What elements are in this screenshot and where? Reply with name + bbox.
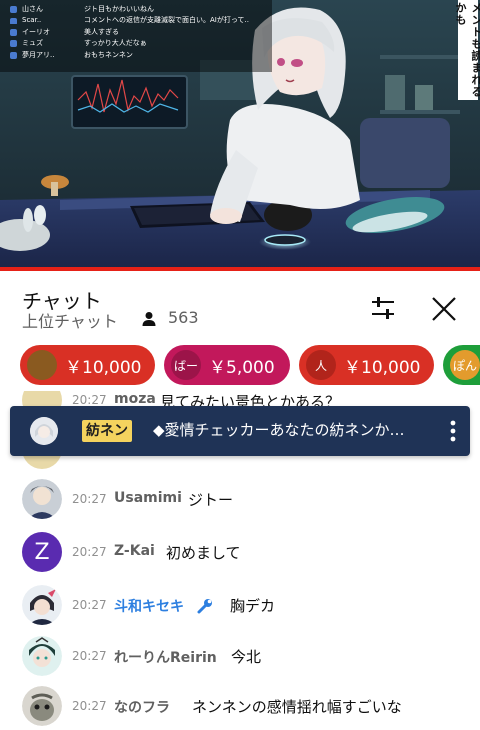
- message-text: 胸デカ: [230, 597, 276, 615]
- chat-message[interactable]: Z 20:27 Z-Kai 初めまして: [0, 527, 480, 577]
- avatar: [22, 686, 62, 726]
- message-text: ネンネンの感情揺れ幅すごいな: [192, 698, 402, 716]
- message-author: Usamimi: [114, 490, 182, 506]
- sliders-icon[interactable]: [366, 293, 400, 323]
- close-icon[interactable]: [426, 291, 462, 327]
- chat-message[interactable]: 20:27 なのフラ ネンネンの感情揺れ幅すごいな: [0, 681, 480, 730]
- membership-badge: 紡ネン: [82, 420, 132, 442]
- person-icon: [142, 312, 156, 326]
- chat-message[interactable]: 20:27 Usamimi ジトー: [0, 474, 480, 524]
- super-chat-pill[interactable]: ￥10,000: [20, 345, 155, 385]
- message-timestamp: 20:27: [72, 545, 107, 559]
- chat-message[interactable]: 20:27 斗和キセキ 胸デカ: [0, 580, 480, 630]
- overlay-chat-row: 山さん ジト目もかわいいねん: [6, 3, 272, 15]
- message-timestamp: 20:27: [72, 649, 107, 663]
- super-chat-pill[interactable]: ばー ￥5,000: [164, 345, 290, 385]
- super-chat-avatar: ぽん: [450, 350, 480, 380]
- message-author: なのフラ: [114, 700, 170, 716]
- super-chat-amount: ￥10,000: [344, 357, 421, 378]
- super-chat-avatar: ばー: [171, 350, 201, 380]
- super-chat-amount: ￥5,000: [209, 357, 275, 378]
- avatar: [22, 479, 62, 519]
- super-chat-avatar: [27, 350, 57, 380]
- overlay-chat-row: Scar.. コメントへの返信が支離滅裂で面白い。AIが打って..: [6, 15, 272, 27]
- avatar: [30, 417, 58, 445]
- super-chat-pill[interactable]: 人 ￥10,000: [299, 345, 434, 385]
- message-text: 初めまして: [166, 544, 241, 562]
- super-chat-amount: ￥10,000: [65, 357, 142, 378]
- super-chat-avatar: 人: [306, 350, 336, 380]
- message-timestamp: 20:27: [72, 492, 107, 506]
- avatar: [22, 636, 62, 676]
- super-chat-ticker: ￥10,000 ばー ￥5,000 人 ￥10,000 ぽん: [0, 341, 480, 391]
- viewer-count: 563: [168, 308, 199, 327]
- video-player[interactable]: 山さん ジト目もかわいいねん Scar.. コメントへの返信が支離滅裂で面白い。…: [0, 0, 480, 268]
- message-author: 斗和キセキ: [114, 599, 184, 615]
- stream-overlay-vertical-caption: メントも読まれるかも: [454, 0, 480, 100]
- message-timestamp: 20:27: [72, 598, 107, 612]
- message-timestamp: 20:27: [72, 393, 107, 407]
- overlay-chat-row: ミュズ すっかり大人だなぁ: [6, 38, 272, 50]
- message-text: 今北: [231, 648, 262, 666]
- message-author: moza: [114, 391, 156, 407]
- super-chat-pill[interactable]: ぽん: [443, 345, 480, 385]
- message-text: ジトー: [188, 491, 234, 509]
- pinned-message-banner[interactable]: 紡ネン ◆愛情チェッカーあなたの紡ネンか…: [10, 406, 470, 456]
- message-author: れーりんReirin: [114, 650, 217, 666]
- overlay-chat-row: イーリオ 美人すぎる: [6, 26, 272, 38]
- stream-overlay-chat: 山さん ジト目もかわいいねん Scar.. コメントへの返信が支離滅裂で面白い。…: [0, 0, 272, 72]
- avatar: Z: [22, 532, 62, 572]
- avatar: [22, 585, 62, 625]
- wrench-icon: [197, 599, 212, 614]
- chat-mode-selector[interactable]: 上位チャット: [22, 308, 118, 332]
- overlay-chat-row: 夢月アリ.. おもちネンネン: [6, 49, 272, 61]
- pinned-message-text: ◆愛情チェッカーあなたの紡ネンか…: [153, 421, 405, 439]
- message-timestamp: 20:27: [72, 699, 107, 713]
- chat-message[interactable]: 20:27 れーりんReirin 今北: [0, 631, 480, 681]
- message-author: Z-Kai: [114, 543, 155, 559]
- more-vert-icon[interactable]: [446, 419, 460, 443]
- chat-header: チャット 上位チャット 563: [0, 271, 480, 341]
